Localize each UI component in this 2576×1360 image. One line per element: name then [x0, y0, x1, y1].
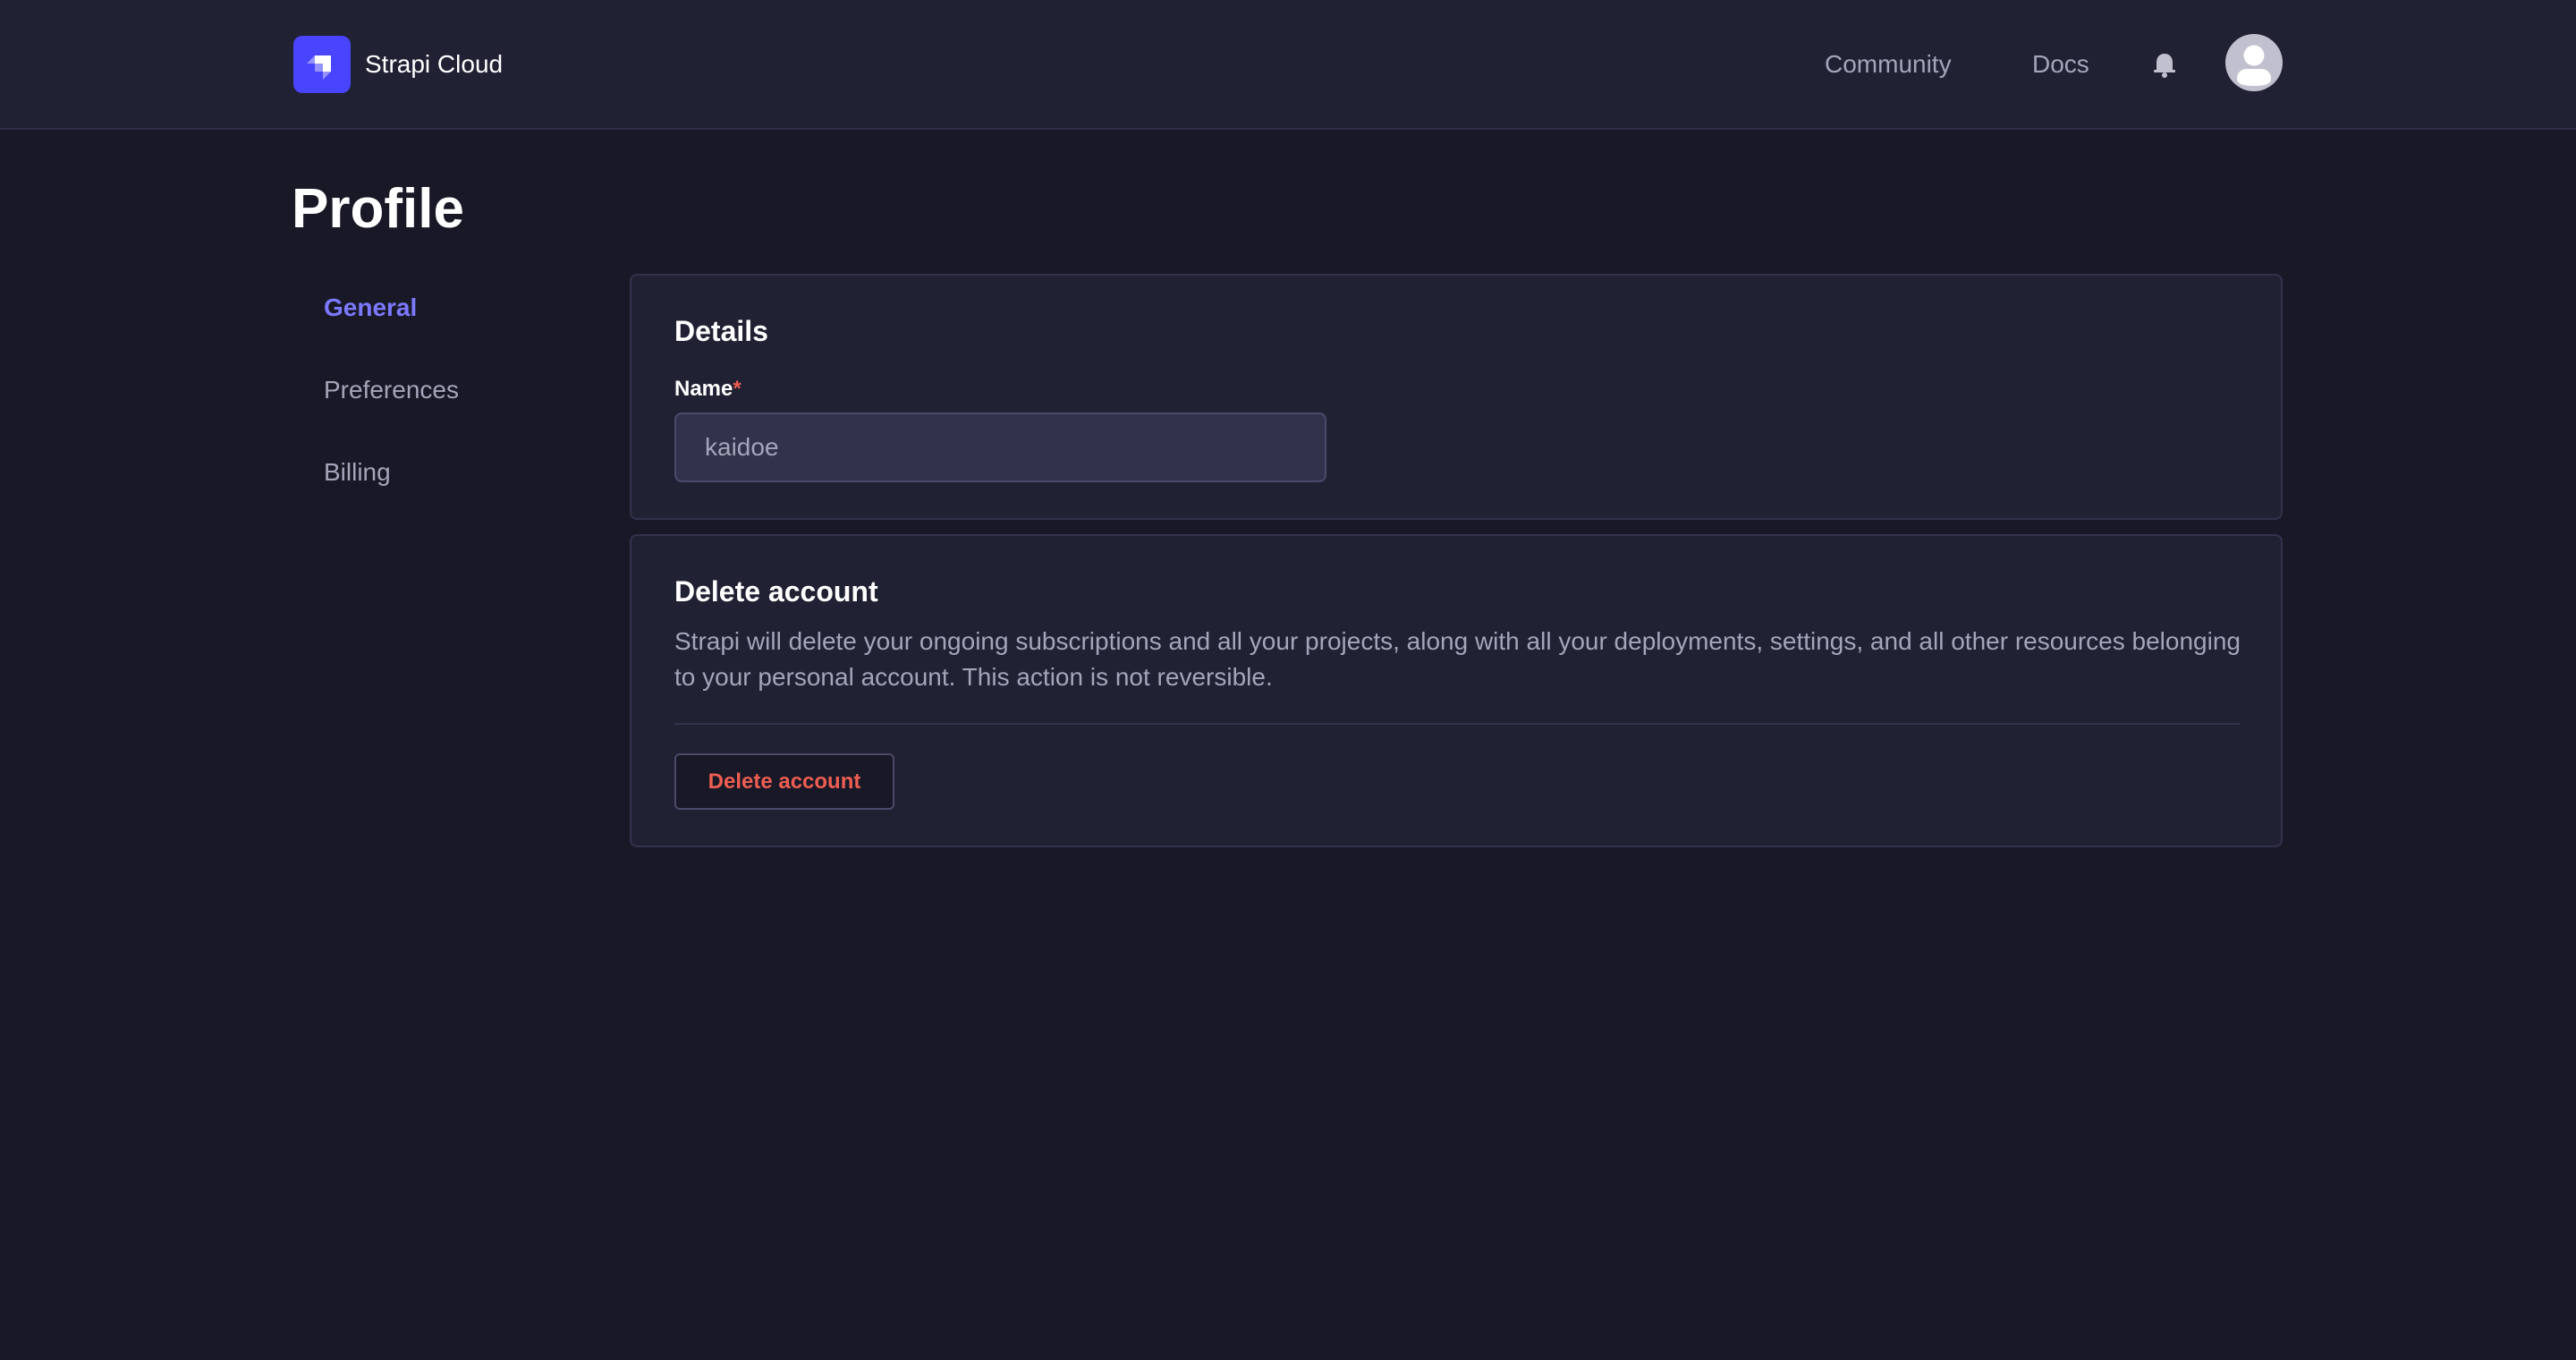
- sidebar-item-general[interactable]: General: [324, 292, 417, 324]
- sidebar-item-billing[interactable]: Billing: [324, 456, 391, 489]
- nav-link-docs[interactable]: Docs: [2032, 48, 2089, 81]
- delete-account-card: Delete account Strapi will delete your o…: [630, 534, 2283, 847]
- name-label-text: Name: [674, 377, 733, 401]
- delete-account-description: Strapi will delete your ongoing subscrip…: [674, 627, 2241, 691]
- delete-account-button[interactable]: Delete account: [674, 753, 894, 810]
- details-card: Details Name*: [630, 274, 2283, 520]
- nav-link-community[interactable]: Community: [1825, 48, 1952, 81]
- divider: [674, 723, 2240, 725]
- top-navigation-bar: Strapi Cloud Community Docs: [0, 0, 2576, 130]
- delete-account-card-title: Delete account: [674, 575, 878, 608]
- brand-name[interactable]: Strapi Cloud: [365, 48, 503, 81]
- page-title: Profile: [292, 178, 464, 240]
- user-avatar-icon[interactable]: [2225, 34, 2283, 91]
- bell-icon[interactable]: [2152, 52, 2177, 79]
- sidebar-item-preferences[interactable]: Preferences: [324, 374, 459, 406]
- strapi-logo-icon[interactable]: [293, 36, 351, 93]
- name-input[interactable]: [674, 412, 1326, 482]
- required-marker: *: [733, 377, 741, 401]
- name-field-label: Name*: [674, 376, 741, 403]
- details-card-title: Details: [674, 315, 768, 347]
